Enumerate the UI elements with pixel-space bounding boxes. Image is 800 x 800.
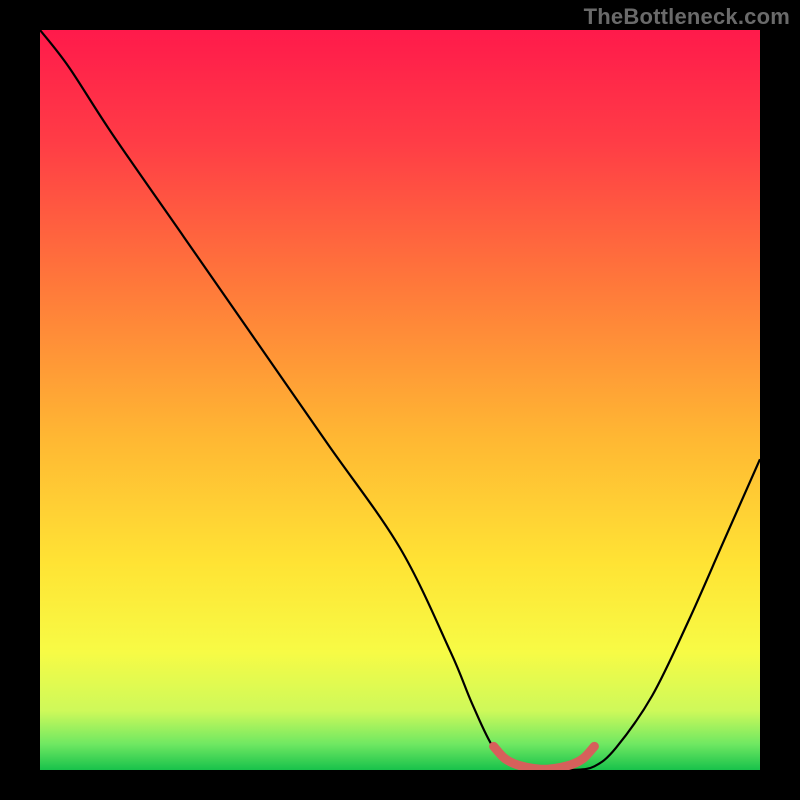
bottleneck-chart bbox=[40, 30, 760, 770]
gradient-background bbox=[40, 30, 760, 770]
chart-frame bbox=[40, 30, 760, 770]
watermark-text: TheBottleneck.com bbox=[584, 4, 790, 30]
